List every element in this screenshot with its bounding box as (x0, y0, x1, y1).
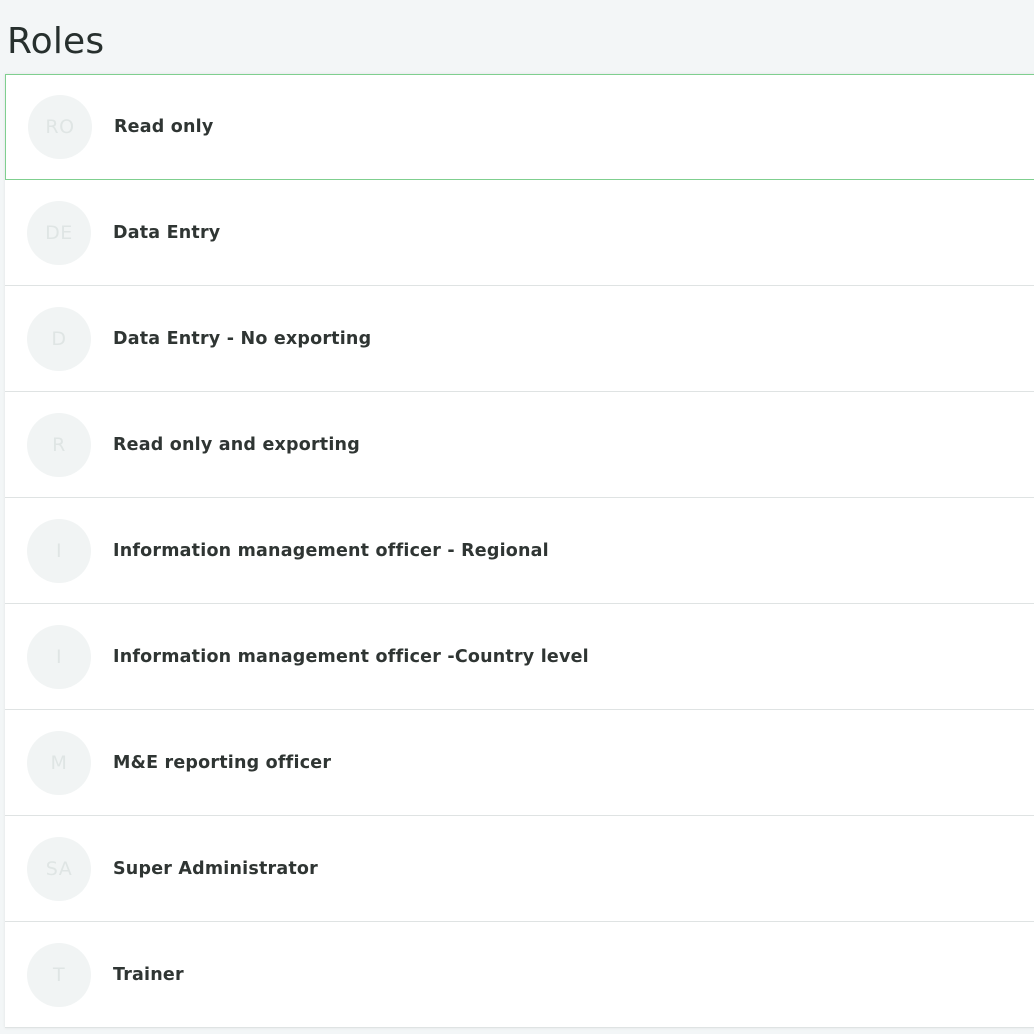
role-name: Information management officer -Country … (113, 646, 589, 667)
role-name: M&E reporting officer (113, 752, 332, 773)
role-avatar: DE (27, 200, 91, 265)
role-name: Super Administrator (113, 858, 318, 879)
page-title: Roles (7, 21, 105, 62)
role-item[interactable]: I Information management officer -Countr… (5, 604, 1034, 710)
role-name: Read only and exporting (113, 434, 360, 455)
role-avatar: SA (27, 836, 91, 901)
role-avatar: D (27, 306, 91, 371)
roles-page: Roles RO Read only DE Data Entry D Data … (0, 0, 1034, 1034)
role-avatar: M (27, 730, 91, 795)
role-item[interactable]: T Trainer (5, 922, 1034, 1028)
role-item[interactable]: RO Read only (5, 74, 1034, 180)
role-item[interactable]: DE Data Entry (5, 180, 1034, 286)
role-item[interactable]: SA Super Administrator (5, 816, 1034, 922)
role-name: Data Entry - No exporting (113, 328, 372, 349)
role-avatar: RO (28, 95, 92, 159)
role-name: Read only (114, 117, 214, 137)
role-list: RO Read only DE Data Entry D Data Entry … (5, 74, 1034, 1028)
role-name: Data Entry (113, 222, 221, 243)
role-avatar: R (27, 412, 91, 477)
role-item[interactable]: M M&E reporting officer (5, 710, 1034, 816)
role-item[interactable]: R Read only and exporting (5, 392, 1034, 498)
role-name: Information management officer - Regiona… (113, 540, 549, 561)
role-item[interactable]: I Information management officer - Regio… (5, 498, 1034, 604)
role-avatar: I (27, 518, 91, 583)
role-avatar: I (27, 624, 91, 689)
role-item[interactable]: D Data Entry - No exporting (5, 286, 1034, 392)
role-avatar: T (27, 942, 91, 1007)
role-name: Trainer (113, 964, 184, 985)
